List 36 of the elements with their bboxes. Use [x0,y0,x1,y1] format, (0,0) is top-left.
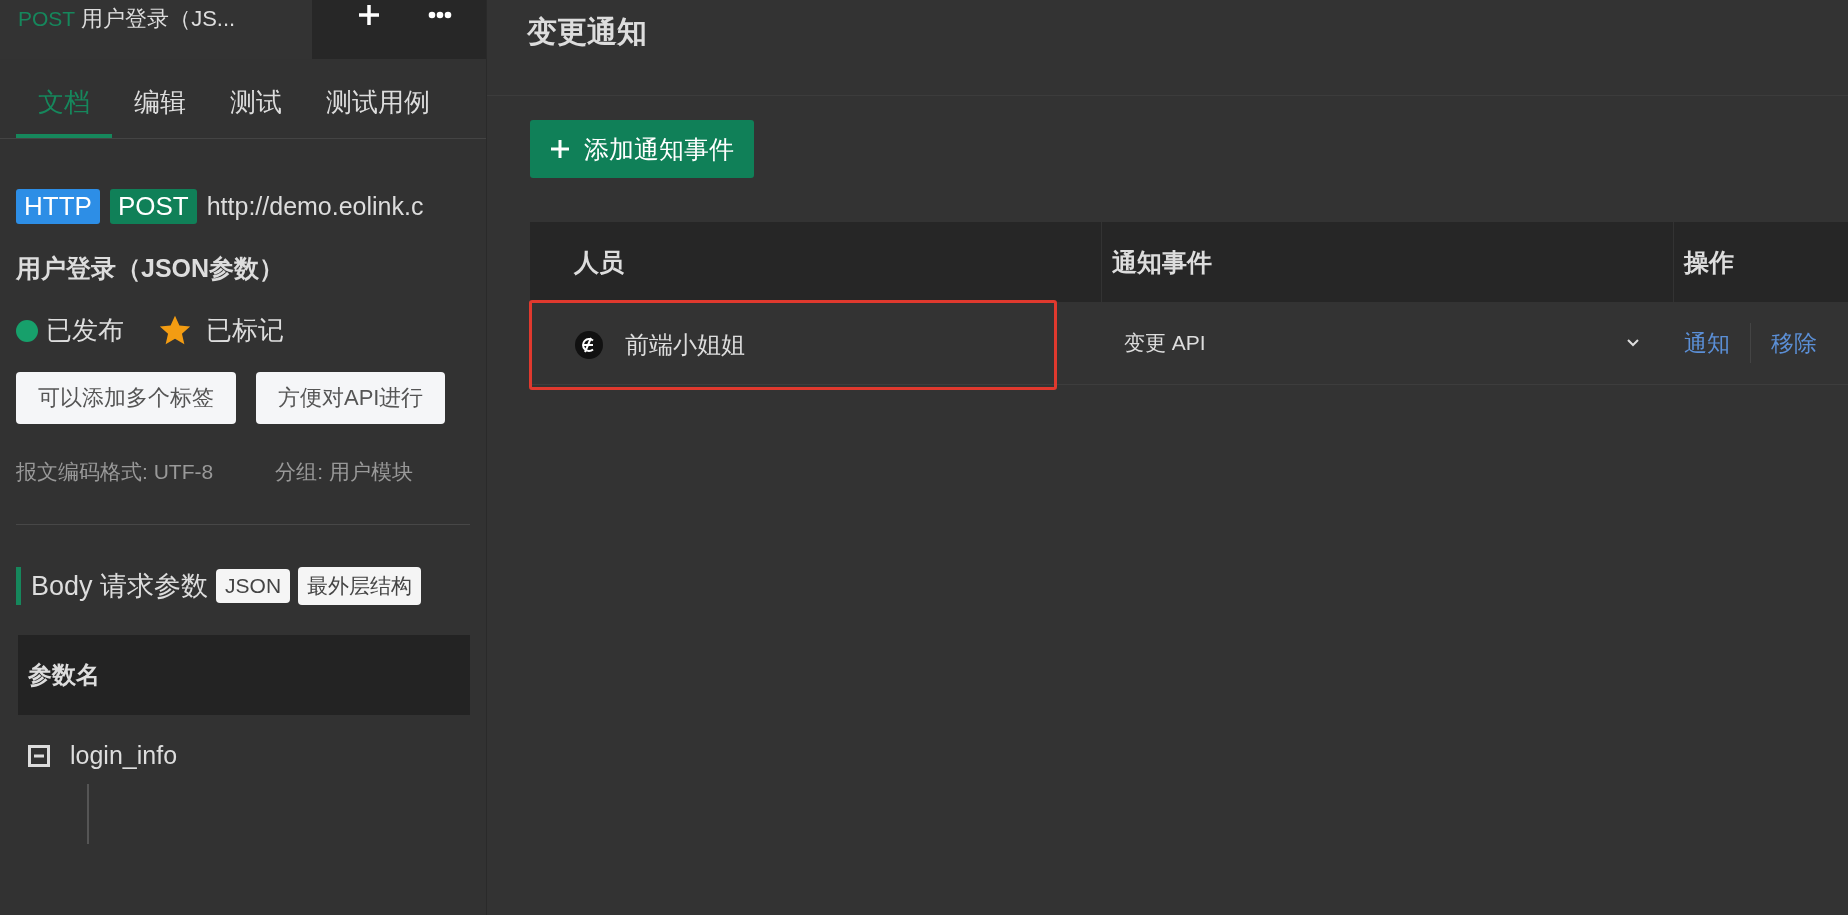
add-icon[interactable] [358,4,380,26]
event-select[interactable]: 变更 API [1124,329,1639,357]
method-badge: POST [109,189,197,224]
method-label: POST [18,6,76,31]
doc-tab[interactable]: 编辑 [112,59,208,138]
chevron-icon [1627,339,1639,347]
format-chip: JSON [216,569,291,603]
panel-title: 变更通知 [487,0,1848,96]
star-label: 已标记 [206,314,284,347]
api-name: 用户登录（JSON参数） [16,253,286,284]
param-name: login_info [70,741,178,770]
protocol-badge: HTTP [16,189,100,224]
doc-tab[interactable]: 测试用例 [304,59,452,138]
tag: 可以添加多个标签 [16,372,236,424]
action-link[interactable]: 移除 [1771,327,1817,359]
avatar-icon [575,331,603,359]
table-header: 参数名 [18,635,470,715]
status-label: 已发布 [46,314,124,347]
note-chip: 最外层结构 [298,567,422,605]
meta-text: 分组: 用户模块 [275,459,413,485]
api-url: http://demo.eolink.c [206,192,424,221]
tag: 方便对API进行 [256,372,446,424]
collapse-icon[interactable] [28,744,50,767]
more-icon[interactable] [428,11,452,19]
editor-tab[interactable]: POST 用户登录（JS... [0,0,312,59]
add-event-button[interactable]: 添加通知事件 [530,120,754,178]
action-link[interactable]: 通知 [1684,327,1730,359]
column-header: 操作 [1682,246,1735,278]
column-header: 通知事件 [1102,222,1674,302]
doc-tab[interactable]: 测试 [208,59,304,138]
tab-title: 用户登录（JS... [81,4,236,33]
meta-text: 报文编码格式: UTF-8 [16,459,214,485]
add-icon [550,139,570,159]
member-name: 前端小姐姐 [625,330,745,360]
section-title: Body 请求参数 [31,570,209,603]
column-header: 人员 [530,222,1102,302]
